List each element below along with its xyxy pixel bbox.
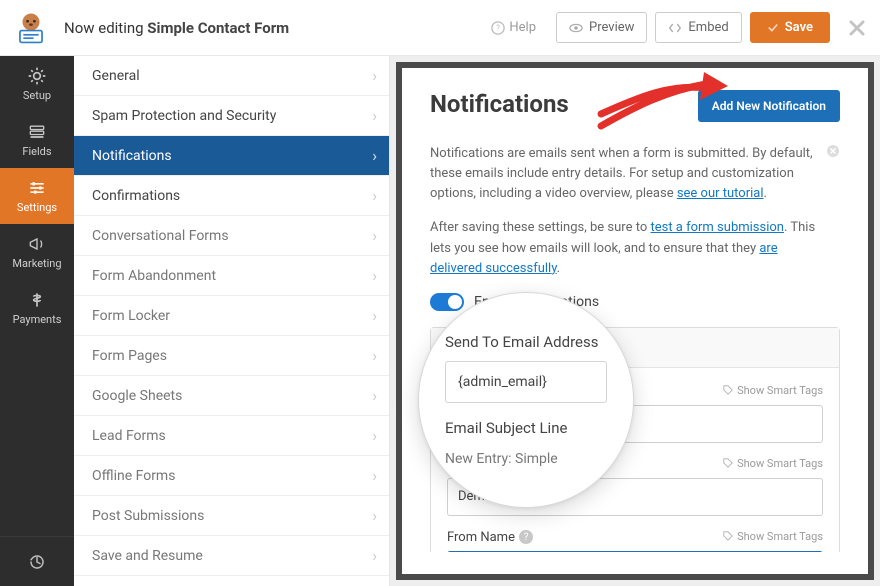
check-icon [767, 22, 779, 34]
fields-icon [27, 122, 47, 142]
close-icon [848, 19, 866, 37]
chevron-right-icon: › [372, 226, 377, 245]
chevron-right-icon: › [372, 426, 377, 445]
info-text: Notifications are emails sent when a for… [430, 144, 840, 279]
submenu-item-2[interactable]: Notifications› [74, 136, 389, 176]
editing-title: Now editing Simple Contact Form [64, 19, 289, 37]
form-name: Simple Contact Form [147, 19, 289, 37]
submenu-item-10[interactable]: Offline Forms› [74, 456, 389, 496]
tag-icon [723, 458, 733, 468]
smart-tags-subject[interactable]: Show Smart Tags [723, 457, 823, 470]
magnifier-label-1: Send To Email Address [445, 333, 607, 351]
dismiss-button[interactable] [826, 144, 840, 165]
add-new-notification-button[interactable]: Add New Notification [698, 90, 840, 122]
history-icon [28, 553, 46, 571]
revisions-button[interactable] [0, 536, 74, 586]
magnifier-label-2: Email Subject Line [445, 419, 607, 437]
close-button[interactable] [848, 19, 866, 37]
submenu-item-8[interactable]: Google Sheets› [74, 376, 389, 416]
submenu-item-5[interactable]: Form Abandonment› [74, 256, 389, 296]
megaphone-icon [27, 234, 47, 254]
top-bar: Now editing Simple Contact Form ? Help P… [0, 0, 880, 56]
chevron-right-icon: › [372, 546, 377, 565]
chevron-right-icon: › [372, 66, 377, 85]
chevron-right-icon: › [372, 306, 377, 325]
nav-setup[interactable]: Setup [0, 56, 74, 112]
tag-icon [723, 531, 733, 541]
svg-text:?: ? [497, 23, 501, 32]
submenu-item-4[interactable]: Conversational Forms› [74, 216, 389, 256]
test-submission-link[interactable]: test a form submission [650, 220, 784, 235]
chevron-right-icon: › [372, 266, 377, 285]
save-button[interactable]: Save [750, 12, 830, 43]
tag-icon [723, 385, 733, 395]
nav-payments[interactable]: Payments [0, 280, 74, 336]
embed-icon [668, 21, 682, 35]
submenu-item-6[interactable]: Form Locker› [74, 296, 389, 336]
help-link[interactable]: ? Help [491, 20, 536, 35]
submenu-item-1[interactable]: Spam Protection and Security› [74, 96, 389, 136]
chevron-right-icon: › [372, 386, 377, 405]
close-icon [826, 144, 840, 158]
left-nav: Setup Fields Settings Marketing Payments [0, 56, 74, 586]
embed-button[interactable]: Embed [655, 12, 741, 43]
help-icon[interactable]: ? [519, 530, 533, 544]
preview-button[interactable]: Preview [556, 12, 647, 43]
magnifier-value-1: {admin_email} [445, 361, 607, 403]
chevron-right-icon: › [372, 506, 377, 525]
enable-notifications-toggle[interactable] [430, 293, 464, 311]
tutorial-link[interactable]: see our tutorial [677, 186, 764, 201]
chevron-right-icon: › [372, 346, 377, 365]
smart-tags-send-to[interactable]: Show Smart Tags [723, 384, 823, 397]
from-name-input[interactable] [447, 551, 823, 552]
submenu-item-3[interactable]: Confirmations› [74, 176, 389, 216]
nav-fields[interactable]: Fields [0, 112, 74, 168]
submenu-item-7[interactable]: Form Pages› [74, 336, 389, 376]
chevron-right-icon: › [372, 146, 377, 165]
submenu-item-9[interactable]: Lead Forms› [74, 416, 389, 456]
help-icon: ? [491, 21, 505, 35]
nav-settings[interactable]: Settings [0, 168, 74, 224]
submenu-item-0[interactable]: General› [74, 56, 389, 96]
from-name-label: From Name? [447, 530, 723, 545]
sliders-icon [27, 178, 47, 198]
chevron-right-icon: › [372, 106, 377, 125]
settings-submenu: General›Spam Protection and Security›Not… [74, 56, 390, 586]
magnifier-overlay: Send To Email Address {admin_email} Emai… [418, 292, 634, 508]
app-logo [14, 11, 48, 45]
smart-tags-from-name[interactable]: Show Smart Tags [723, 530, 823, 543]
eye-icon [569, 21, 583, 35]
submenu-item-12[interactable]: Save and Resume› [74, 536, 389, 576]
dollar-icon [27, 290, 47, 310]
editing-prefix: Now editing [64, 19, 147, 37]
chevron-right-icon: › [372, 466, 377, 485]
gear-icon [27, 66, 47, 86]
submenu-item-11[interactable]: Post Submissions› [74, 496, 389, 536]
magnifier-value-2: New Entry: Simple [445, 447, 607, 467]
nav-marketing[interactable]: Marketing [0, 224, 74, 280]
chevron-right-icon: › [372, 186, 377, 205]
